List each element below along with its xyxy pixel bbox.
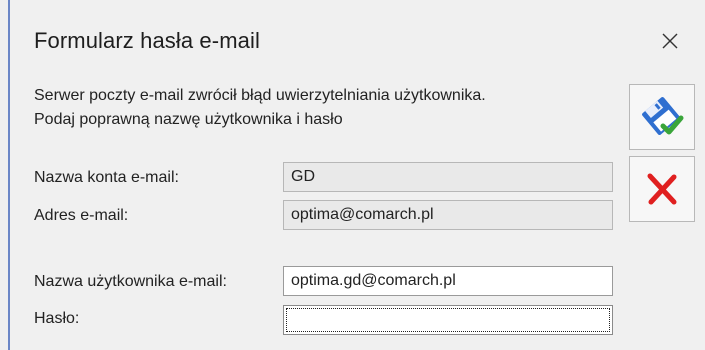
- close-button[interactable]: [655, 26, 685, 56]
- close-icon: [662, 33, 678, 49]
- username-input[interactable]: optima.gd@comarch.pl: [283, 266, 613, 296]
- account-name-field: GD: [283, 162, 613, 192]
- email-address-value: optima@comarch.pl: [291, 206, 434, 223]
- error-message: Serwer poczty e-mail zwrócił błąd uwierz…: [34, 84, 634, 132]
- password-label: Hasło:: [34, 310, 80, 327]
- username-value: optima.gd@comarch.pl: [291, 272, 456, 289]
- username-label: Nazwa użytkownika e-mail:: [34, 273, 227, 290]
- save-button[interactable]: [629, 84, 695, 150]
- password-focus-ring: [286, 308, 610, 332]
- account-name-label: Nazwa konta e-mail:: [34, 169, 179, 186]
- email-password-dialog: Formularz hasła e-mail Serwer poczty e-m…: [0, 0, 705, 350]
- error-message-line-2: Podaj poprawną nazwę użytkownika i hasło: [34, 111, 343, 128]
- dialog-title: Formularz hasła e-mail: [34, 28, 260, 53]
- dialog-accent-border: [8, 0, 10, 350]
- password-input[interactable]: [283, 305, 613, 335]
- account-name-value: GD: [291, 168, 315, 185]
- error-message-line-1: Serwer poczty e-mail zwrócił błąd uwierz…: [34, 87, 486, 104]
- email-address-label: Adres e-mail:: [34, 207, 129, 224]
- save-confirm-icon: [642, 97, 684, 135]
- email-address-field: optima@comarch.pl: [283, 200, 613, 230]
- cancel-x-icon: [647, 173, 677, 205]
- cancel-button[interactable]: [629, 156, 695, 222]
